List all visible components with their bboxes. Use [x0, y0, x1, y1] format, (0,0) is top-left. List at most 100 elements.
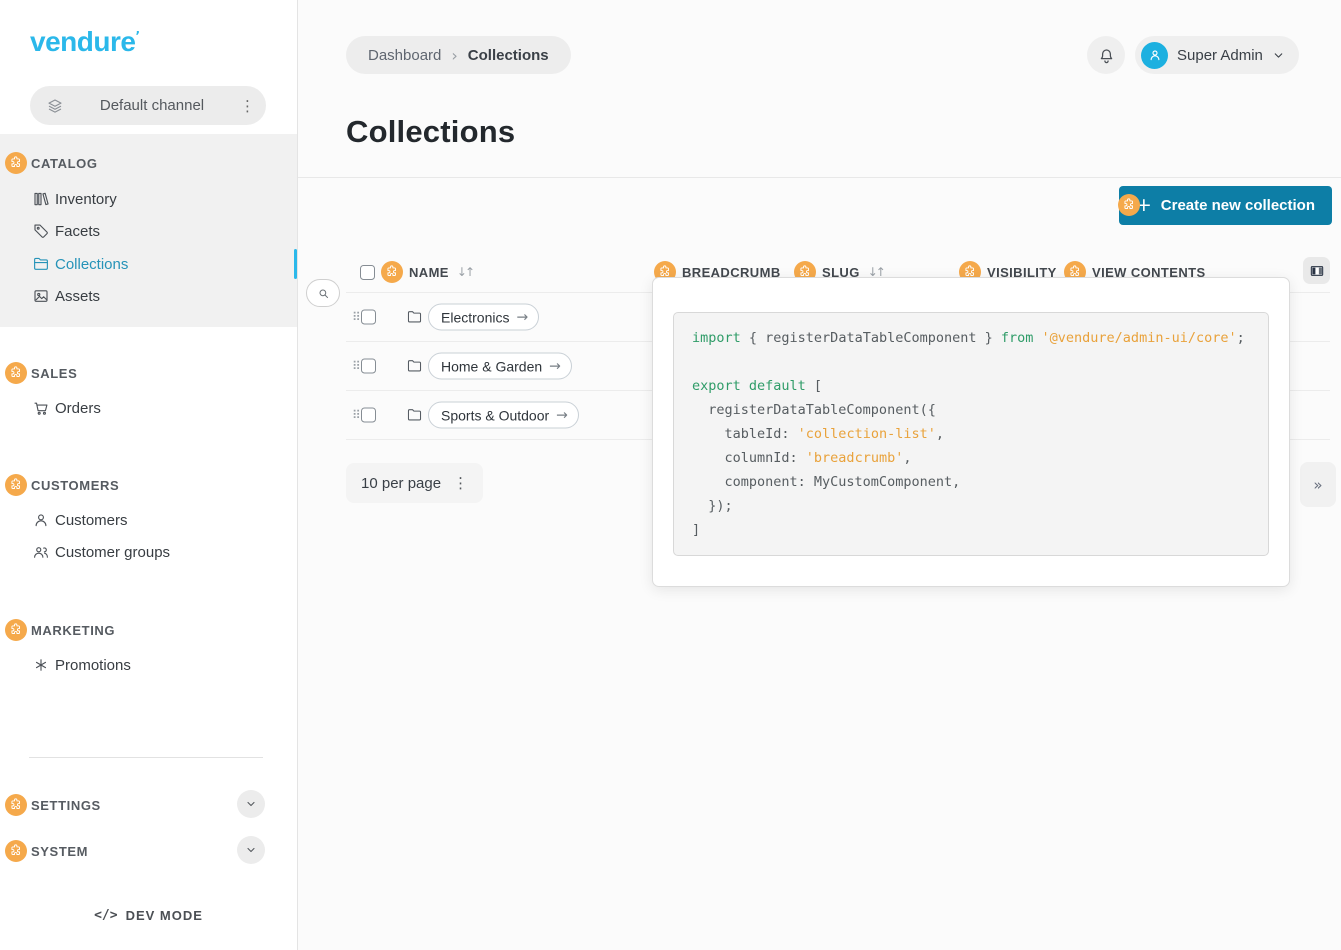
code-line: tableId: 'collection-list', — [692, 422, 1250, 446]
dev-mode-toggle[interactable]: </> DEV MODE — [0, 908, 297, 923]
channel-switcher[interactable]: Default channel ⋮ — [30, 86, 266, 125]
page-title: Collections — [346, 114, 515, 150]
code-line: import { registerDataTableComponent } fr… — [692, 326, 1250, 350]
sidebar-section-marketing: MARKETING — [0, 618, 297, 642]
collection-name: Home & Garden — [441, 358, 542, 374]
sidebar-item-inventory[interactable]: Inventory — [0, 187, 297, 211]
sidebar-item-label: Assets — [55, 288, 100, 305]
code-line: columnId: 'breadcrumb', — [692, 446, 1250, 470]
drag-handle-icon[interactable]: ⠿ — [352, 310, 361, 324]
create-new-collection-button[interactable]: + Create new collection — [1119, 186, 1332, 225]
sidebar-item-collections[interactable]: Collections — [0, 252, 297, 276]
collection-name: Sports & Outdoor — [441, 407, 549, 423]
column-header-name[interactable]: NAME ↓↑ — [360, 261, 473, 283]
person-icon — [1147, 47, 1163, 63]
folder-icon — [406, 407, 423, 424]
code-line: component: MyCustomComponent, — [692, 470, 1250, 494]
users-icon — [32, 543, 50, 561]
puzzle-icon — [1125, 199, 1133, 209]
drag-handle-icon[interactable]: ⠿ — [352, 359, 361, 373]
sidebar-section-sales: SALES — [0, 361, 297, 385]
settings-expand-button[interactable] — [237, 790, 265, 818]
sort-icon[interactable]: ↓↑ — [457, 265, 473, 279]
sidebar-item-customers[interactable]: Customers — [0, 508, 297, 532]
cart-icon — [32, 399, 50, 417]
puzzle-icon — [12, 845, 20, 855]
collection-name-chip[interactable]: Home & Garden → — [428, 353, 572, 380]
system-expand-button[interactable] — [237, 836, 265, 864]
vendure-logo[interactable]: vendure’ — [30, 26, 140, 58]
section-label: SETTINGS — [31, 798, 101, 813]
dev-plugin-badge[interactable] — [5, 794, 27, 816]
drag-handle-icon[interactable]: ⠿ — [352, 408, 361, 422]
chevron-down-icon — [1272, 49, 1285, 62]
chevron-down-icon — [245, 798, 257, 810]
dev-plugin-badge[interactable] — [5, 619, 27, 641]
arrow-right-icon: → — [549, 358, 561, 374]
table-search-button[interactable] — [306, 279, 340, 307]
puzzle-icon — [801, 266, 809, 276]
create-button-label: Create new collection — [1161, 197, 1315, 214]
channel-label: Default channel — [64, 97, 240, 114]
section-label: SYSTEM — [31, 844, 88, 859]
per-page-label: 10 per page — [361, 475, 441, 492]
section-label: CATALOG — [31, 156, 98, 171]
layers-icon — [46, 97, 64, 115]
arrow-right-icon: → — [556, 407, 568, 423]
section-label: CUSTOMERS — [31, 478, 119, 493]
section-label: MARKETING — [31, 623, 115, 638]
notifications-button[interactable] — [1087, 36, 1125, 74]
sidebar-item-label: Orders — [55, 400, 101, 417]
column-settings-button[interactable] — [1303, 257, 1330, 284]
dev-plugin-badge[interactable] — [381, 261, 403, 283]
sidebar-item-assets[interactable]: Assets — [0, 284, 297, 308]
section-label: SALES — [31, 366, 77, 381]
puzzle-icon — [966, 266, 974, 276]
items-per-page-select[interactable]: 10 per page ⋮ — [346, 463, 483, 503]
folder-icon — [406, 358, 423, 375]
sidebar-item-orders[interactable]: Orders — [0, 396, 297, 420]
select-all-checkbox[interactable] — [360, 265, 375, 280]
sidebar-section-catalog: CATALOG — [0, 151, 297, 175]
puzzle-icon — [12, 479, 20, 489]
collection-name-chip[interactable]: Electronics → — [428, 304, 539, 331]
sidebar-item-label: Promotions — [55, 657, 131, 674]
collection-name: Electronics — [441, 309, 509, 325]
header-divider — [298, 177, 1341, 178]
dev-plugin-badge[interactable] — [5, 474, 27, 496]
dev-plugin-badge[interactable] — [5, 362, 27, 384]
kebab-icon: ⋮ — [453, 474, 468, 492]
image-icon — [32, 287, 50, 305]
dev-plugin-badge[interactable] — [5, 840, 27, 862]
sidebar-item-label: Collections — [55, 256, 128, 273]
puzzle-icon — [12, 799, 20, 809]
arrow-right-icon: → — [516, 309, 528, 325]
collection-name-chip[interactable]: Sports & Outdoor → — [428, 402, 579, 429]
dev-plugin-badge[interactable] — [5, 152, 27, 174]
puzzle-icon — [12, 367, 20, 377]
column-label: NAME — [409, 265, 449, 280]
dev-plugin-badge[interactable] — [1118, 194, 1140, 216]
sidebar-item-promotions[interactable]: Promotions — [0, 653, 297, 677]
row-checkbox[interactable] — [361, 359, 376, 374]
next-page-button[interactable]: » — [1300, 462, 1336, 507]
sidebar-item-label: Customer groups — [55, 544, 170, 561]
user-menu[interactable]: Super Admin — [1135, 36, 1299, 74]
sidebar-item-customer-groups[interactable]: Customer groups — [0, 540, 297, 564]
puzzle-icon — [1071, 266, 1079, 276]
breadcrumb-dashboard[interactable]: Dashboard — [368, 47, 441, 64]
tag-icon — [32, 222, 50, 240]
breadcrumb-collections: Collections — [468, 47, 549, 64]
row-checkbox[interactable] — [361, 310, 376, 325]
row-checkbox[interactable] — [361, 408, 376, 423]
channel-menu-kebab-icon[interactable]: ⋮ — [240, 97, 252, 115]
user-icon — [32, 511, 50, 529]
code-line — [692, 350, 1250, 374]
sidebar-item-facets[interactable]: Facets — [0, 219, 297, 243]
dev-mode-code-popover: import { registerDataTableComponent } fr… — [652, 277, 1290, 587]
sidebar: vendure’ Default channel ⋮ CATALOG Inven… — [0, 0, 298, 950]
sidebar-section-customers: CUSTOMERS — [0, 473, 297, 497]
folder-icon — [32, 255, 50, 273]
puzzle-icon — [388, 266, 396, 276]
sidebar-divider — [29, 757, 263, 758]
